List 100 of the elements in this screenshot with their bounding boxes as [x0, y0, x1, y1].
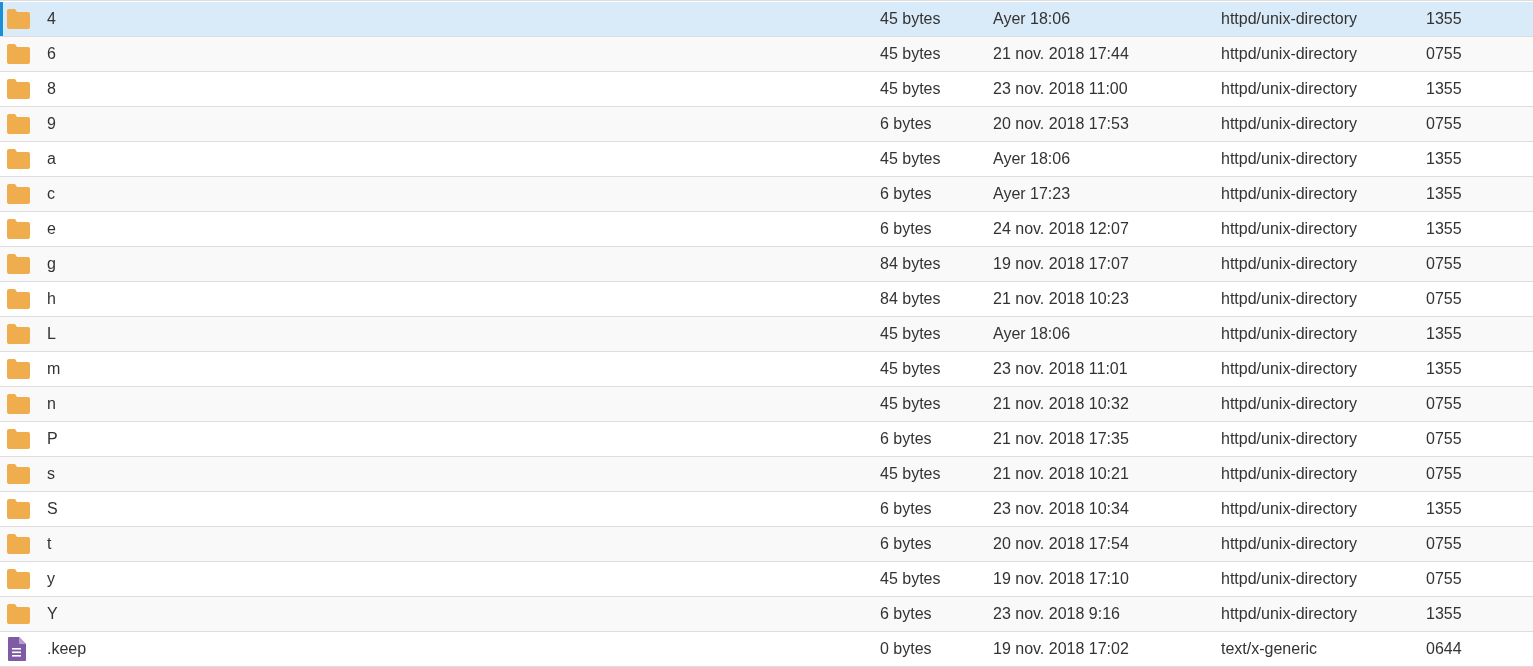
mime-type: httpd/unix-directory	[1221, 535, 1359, 553]
permissions: 0755	[1426, 115, 1463, 133]
modified-date: Ayer 18:06	[993, 10, 1072, 28]
modified-date: 21 nov. 2018 10:21	[993, 465, 1130, 483]
file-row[interactable]: n 45 bytes 21 nov. 2018 10:32 httpd/unix-directory 0755	[0, 387, 1533, 422]
permissions: 1355	[1426, 80, 1463, 98]
file-row[interactable]: c 6 bytes Ayer 17:23 httpd/unix-directory 1355	[0, 177, 1533, 212]
modified-date: 23 nov. 2018 9:16	[993, 605, 1121, 623]
modified-date: Ayer 17:23	[993, 185, 1072, 203]
file-name: 9	[47, 115, 57, 133]
folder-icon	[6, 44, 31, 64]
file-size: 6 bytes	[880, 430, 933, 448]
file-size: 6 bytes	[880, 500, 933, 518]
permissions: 0755	[1426, 255, 1463, 273]
folder-icon	[6, 534, 31, 554]
file-name: t	[47, 535, 53, 553]
folder-icon	[6, 9, 31, 29]
modified-date: 23 nov. 2018 10:34	[993, 500, 1130, 518]
folder-icon	[6, 429, 31, 449]
mime-type: httpd/unix-directory	[1221, 45, 1359, 63]
mime-type: httpd/unix-directory	[1221, 10, 1359, 28]
file-name: m	[47, 360, 62, 378]
file-size: 45 bytes	[880, 80, 942, 98]
mime-type: httpd/unix-directory	[1221, 360, 1359, 378]
file-row[interactable]: L 45 bytes Ayer 18:06 httpd/unix-directory 1355	[0, 317, 1533, 352]
file-name: P	[47, 430, 59, 448]
mime-type: text/x-generic	[1221, 640, 1319, 658]
file-row[interactable]: s 45 bytes 21 nov. 2018 10:21 httpd/unix-directory 0755	[0, 457, 1533, 492]
modified-date: 21 nov. 2018 17:44	[993, 45, 1130, 63]
file-size: 45 bytes	[880, 360, 942, 378]
permissions: 1355	[1426, 325, 1463, 343]
modified-date: 19 nov. 2018 17:10	[993, 570, 1130, 588]
modified-date: 23 nov. 2018 11:01	[993, 360, 1129, 378]
modified-date: 20 nov. 2018 17:54	[993, 535, 1130, 553]
mime-type: httpd/unix-directory	[1221, 220, 1359, 238]
file-size: 6 bytes	[880, 535, 933, 553]
mime-type: httpd/unix-directory	[1221, 150, 1359, 168]
mime-type: httpd/unix-directory	[1221, 325, 1359, 343]
file-name: s	[47, 465, 56, 483]
file-size: 6 bytes	[880, 185, 933, 203]
folder-icon	[6, 324, 31, 344]
folder-icon	[6, 114, 31, 134]
permissions: 0755	[1426, 535, 1463, 553]
file-size: 45 bytes	[880, 150, 942, 168]
mime-type: httpd/unix-directory	[1221, 115, 1359, 133]
file-name: 8	[47, 80, 57, 98]
document-icon	[8, 637, 26, 661]
file-name: y	[47, 570, 56, 588]
mime-type: httpd/unix-directory	[1221, 185, 1359, 203]
file-row[interactable]: 4 45 bytes Ayer 18:06 httpd/unix-directory 1355	[0, 2, 1533, 37]
folder-icon	[6, 394, 31, 414]
modified-date: 21 nov. 2018 17:35	[993, 430, 1130, 448]
permissions: 0755	[1426, 290, 1463, 308]
permissions: 1355	[1426, 150, 1463, 168]
permissions: 1355	[1426, 605, 1463, 623]
folder-icon	[6, 149, 31, 169]
file-name: S	[47, 500, 59, 518]
folder-icon	[6, 184, 31, 204]
file-size: 45 bytes	[880, 570, 942, 588]
file-name: a	[47, 150, 57, 168]
file-name: c	[47, 185, 56, 203]
file-size: 6 bytes	[880, 220, 933, 238]
permissions: 0755	[1426, 570, 1463, 588]
file-row[interactable]: 6 45 bytes 21 nov. 2018 17:44 httpd/unix-directory 0755	[0, 37, 1533, 72]
mime-type: httpd/unix-directory	[1221, 570, 1359, 588]
file-row[interactable]: t 6 bytes 20 nov. 2018 17:54 httpd/unix-directory 0755	[0, 527, 1533, 562]
modified-date: 19 nov. 2018 17:02	[993, 640, 1130, 658]
mime-type: httpd/unix-directory	[1221, 290, 1359, 308]
modified-date: 19 nov. 2018 17:07	[993, 255, 1130, 273]
file-name: e	[47, 220, 57, 238]
mime-type: httpd/unix-directory	[1221, 395, 1359, 413]
file-name: h	[47, 290, 57, 308]
file-size: 6 bytes	[880, 605, 933, 623]
file-name: .keep	[47, 640, 88, 658]
modified-date: 20 nov. 2018 17:53	[993, 115, 1130, 133]
permissions: 0755	[1426, 45, 1463, 63]
folder-icon	[6, 254, 31, 274]
file-row[interactable]: Y 6 bytes 23 nov. 2018 9:16 httpd/unix-directory 1355	[0, 597, 1533, 632]
permissions: 1355	[1426, 185, 1463, 203]
file-size: 84 bytes	[880, 290, 942, 308]
file-size: 45 bytes	[880, 465, 942, 483]
file-row[interactable]: g 84 bytes 19 nov. 2018 17:07 httpd/unix-directory 0755	[0, 247, 1533, 282]
file-name: 4	[47, 10, 57, 28]
file-row[interactable]: 9 6 bytes 20 nov. 2018 17:53 httpd/unix-directory 0755	[0, 107, 1533, 142]
file-size: 45 bytes	[880, 10, 942, 28]
permissions: 1355	[1426, 360, 1463, 378]
mime-type: httpd/unix-directory	[1221, 465, 1359, 483]
file-size: 45 bytes	[880, 325, 942, 343]
folder-icon	[6, 219, 31, 239]
mime-type: httpd/unix-directory	[1221, 430, 1359, 448]
folder-icon	[6, 359, 31, 379]
folder-icon	[6, 569, 31, 589]
file-size: 45 bytes	[880, 45, 942, 63]
file-size: 6 bytes	[880, 115, 933, 133]
mime-type: httpd/unix-directory	[1221, 255, 1359, 273]
modified-date: Ayer 18:06	[993, 325, 1072, 343]
file-size: 45 bytes	[880, 395, 942, 413]
mime-type: httpd/unix-directory	[1221, 500, 1359, 518]
permissions: 0755	[1426, 395, 1463, 413]
modified-date: 24 nov. 2018 12:07	[993, 220, 1130, 238]
